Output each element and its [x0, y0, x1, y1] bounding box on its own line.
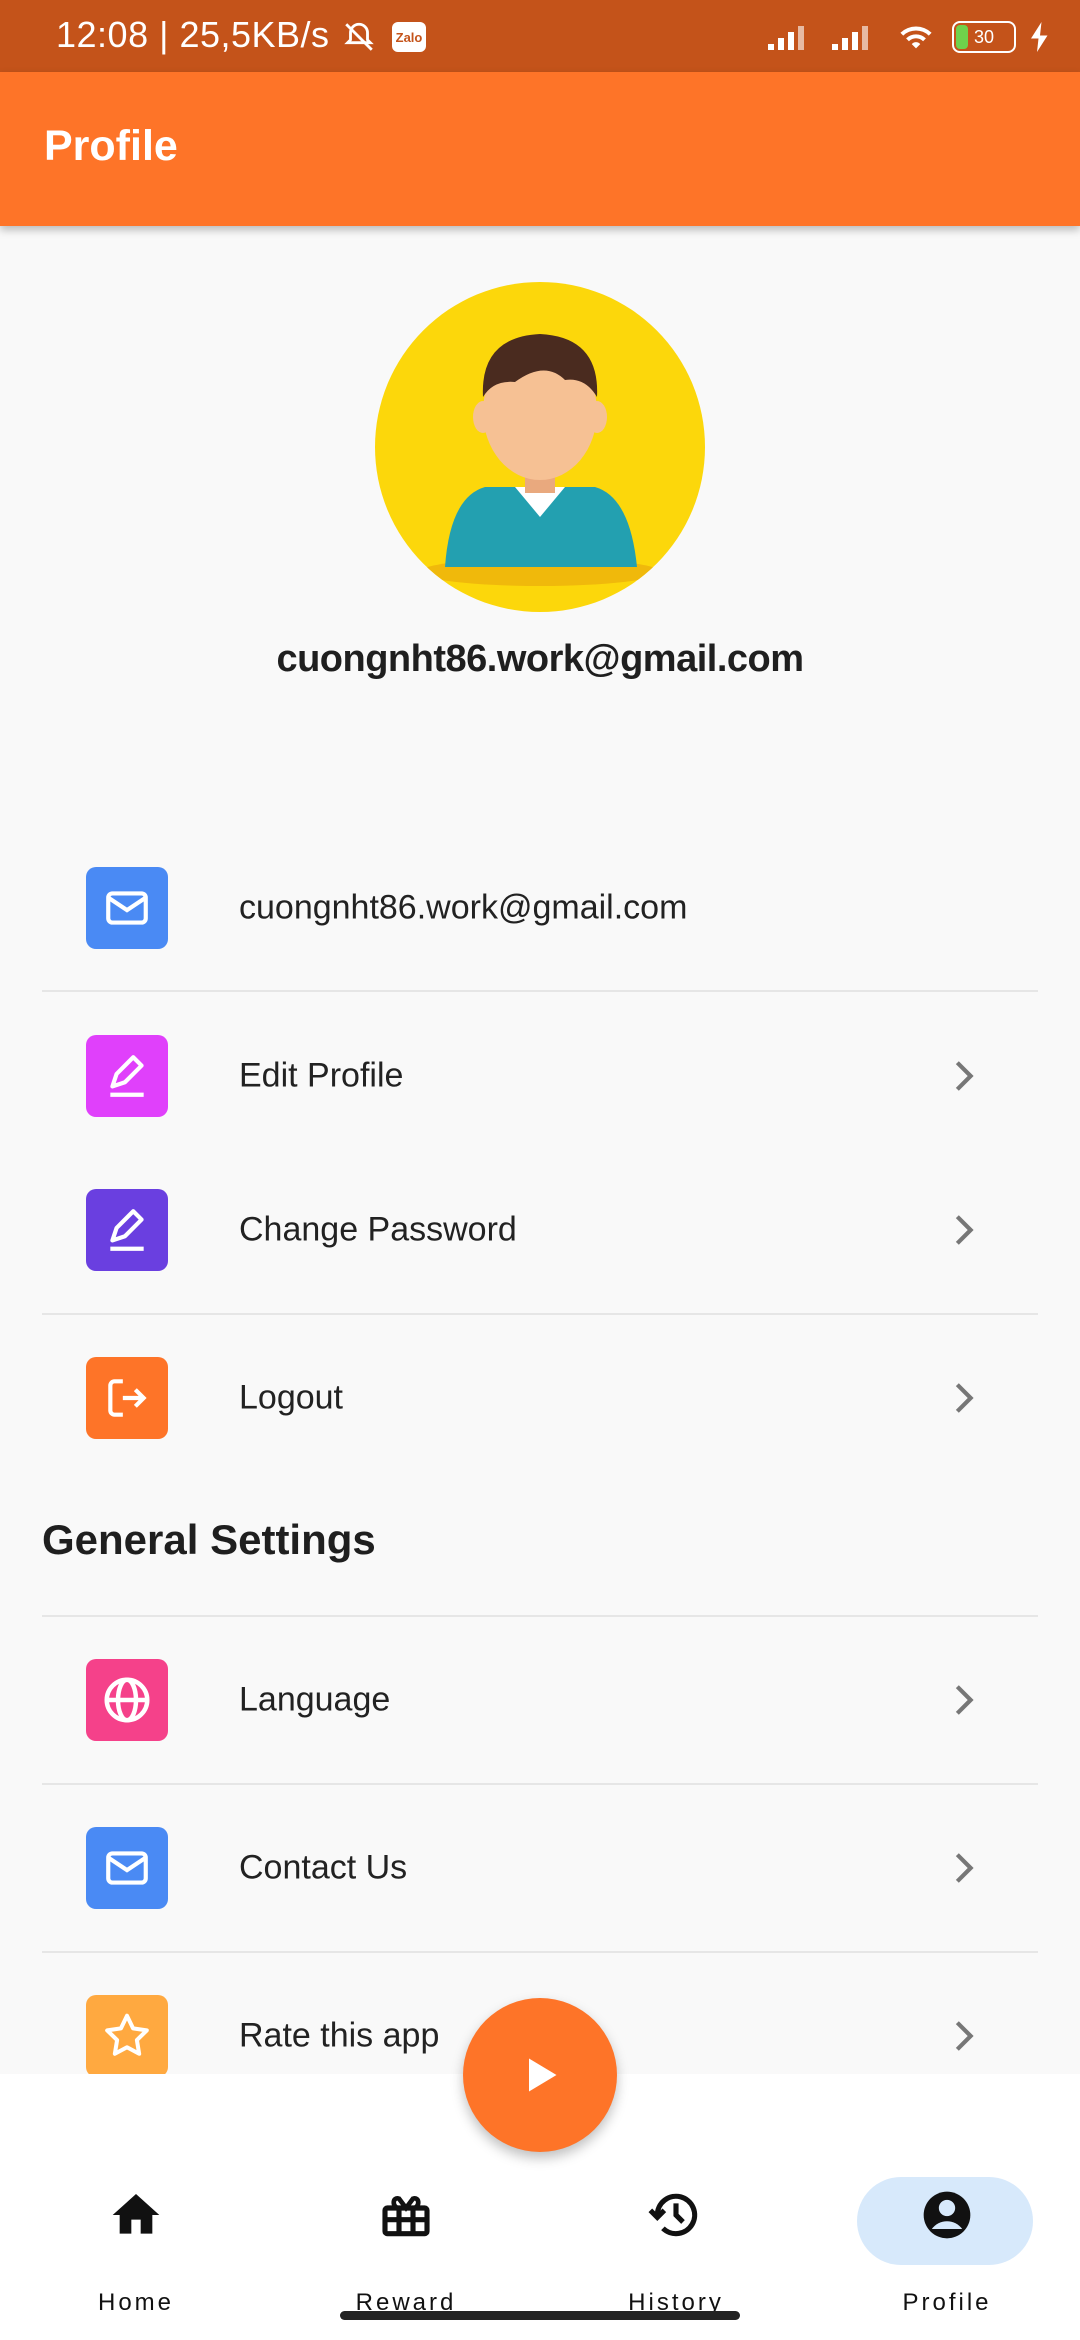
nav-reward[interactable]: Reward — [316, 2129, 496, 2316]
mail-icon — [86, 867, 168, 949]
page-title: Profile — [44, 122, 178, 170]
divider — [42, 1313, 1038, 1315]
contact-us-row[interactable]: Contact Us — [42, 1788, 1038, 1948]
charging-icon — [1031, 22, 1048, 52]
gift-icon — [382, 2196, 430, 2237]
general-settings-title: General Settings — [42, 1516, 376, 1563]
signal-icon — [768, 26, 804, 50]
battery-icon: 30 — [952, 21, 1016, 53]
home-indicator[interactable] — [340, 2311, 740, 2320]
account-icon — [923, 2191, 971, 2239]
nav-profile[interactable]: Profile — [857, 2129, 1037, 2316]
contact-us-label: Contact Us — [239, 1848, 408, 1887]
nav-home[interactable]: Home — [46, 2129, 226, 2316]
nav-home-label: Home — [97, 2289, 175, 2316]
edit-profile-row[interactable]: Edit Profile — [42, 996, 1038, 1156]
change-password-label: Change Password — [239, 1210, 517, 1249]
app-bar: Profile — [0, 72, 1080, 226]
nav-history[interactable]: History — [586, 2129, 766, 2316]
play-button[interactable] — [463, 1998, 617, 2152]
signal-icon-2 — [832, 26, 868, 50]
status-time-speed: 12:08 | 25,5KB/s — [56, 14, 330, 55]
chevron-right-icon — [955, 1685, 974, 1715]
play-icon — [529, 2058, 557, 2092]
edit-profile-label: Edit Profile — [239, 1056, 404, 1095]
globe-icon — [86, 1659, 168, 1741]
logout-label: Logout — [239, 1378, 343, 1417]
chevron-right-icon — [955, 1383, 974, 1413]
chevron-right-icon — [955, 2021, 974, 2051]
chevron-right-icon — [955, 1215, 974, 1245]
logout-row[interactable]: Logout — [42, 1318, 1038, 1478]
wifi-icon — [900, 26, 932, 49]
rate-app-label: Rate this app — [239, 2016, 440, 2055]
language-row[interactable]: Language — [42, 1620, 1038, 1780]
status-bar: 12:08 | 25,5KB/s Zalo 30 — [0, 0, 1080, 72]
divider — [42, 990, 1038, 992]
language-label: Language — [239, 1680, 391, 1719]
divider — [42, 1783, 1038, 1785]
logout-icon — [86, 1357, 168, 1439]
battery-level: 30 — [973, 26, 995, 47]
divider — [42, 1951, 1038, 1953]
email-row: cuongnht86.work@gmail.com — [42, 828, 1038, 988]
change-password-row[interactable]: Change Password — [42, 1150, 1038, 1310]
zalo-icon: Zalo — [392, 22, 426, 52]
star-icon — [86, 1995, 168, 2077]
email-label: cuongnht86.work@gmail.com — [239, 888, 688, 927]
mute-alarm-icon — [344, 22, 374, 51]
chevron-right-icon — [955, 1061, 974, 1091]
edit-icon — [86, 1035, 168, 1117]
profile-email: cuongnht86.work@gmail.com — [276, 638, 804, 680]
mail-icon — [86, 1827, 168, 1909]
history-icon — [648, 2193, 698, 2237]
chevron-right-icon — [955, 1853, 974, 1883]
avatar — [375, 282, 705, 612]
divider — [42, 1615, 1038, 1617]
edit-icon — [86, 1189, 168, 1271]
nav-profile-label: Profile — [902, 2289, 992, 2316]
home-icon — [112, 2194, 160, 2234]
avatar-illustration — [420, 334, 660, 586]
